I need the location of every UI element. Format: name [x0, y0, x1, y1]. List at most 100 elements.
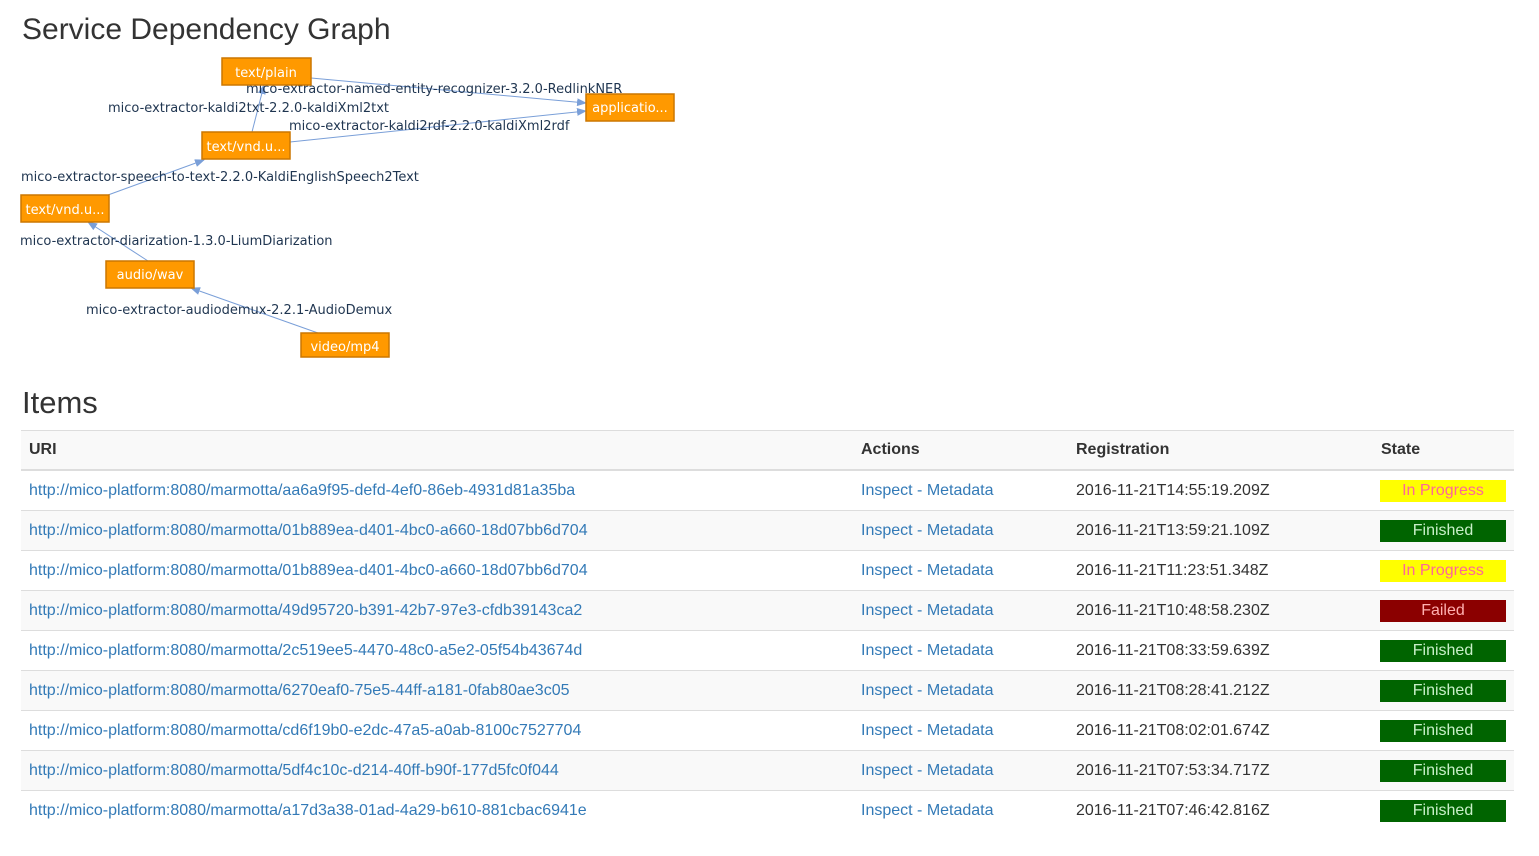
uri-cell: http://mico-platform:8080/marmotta/49d95…: [21, 590, 853, 631]
inspect-link[interactable]: Inspect: [861, 522, 913, 539]
item-uri-link[interactable]: http://mico-platform:8080/marmotta/6270e…: [29, 682, 570, 699]
items-title: Items: [22, 385, 98, 420]
metadata-link[interactable]: Metadata: [927, 642, 994, 659]
uri-cell: http://mico-platform:8080/marmotta/2c519…: [21, 630, 853, 671]
registration-cell: 2016-11-21T08:02:01.674Z: [1068, 710, 1373, 751]
registration-cell: 2016-11-21T11:23:51.348Z: [1068, 550, 1373, 591]
table-row: http://mico-platform:8080/marmotta/cd6f1…: [21, 710, 1514, 751]
table-row: http://mico-platform:8080/marmotta/49d95…: [21, 590, 1514, 631]
status-badge: Finished: [1380, 639, 1506, 662]
uri-cell: http://mico-platform:8080/marmotta/6270e…: [21, 670, 853, 711]
state-cell: Finished: [1373, 750, 1514, 791]
node-text-plain[interactable]: text/plain: [221, 57, 312, 86]
inspect-link[interactable]: Inspect: [861, 722, 913, 739]
state-cell: In Progress: [1373, 550, 1514, 591]
item-uri-link[interactable]: http://mico-platform:8080/marmotta/cd6f1…: [29, 722, 581, 739]
actions-separator: -: [912, 481, 927, 499]
node-application[interactable]: applicatio...: [585, 93, 675, 122]
item-uri-link[interactable]: http://mico-platform:8080/marmotta/01b88…: [29, 562, 588, 579]
metadata-link[interactable]: Metadata: [927, 682, 994, 699]
state-cell: Finished: [1373, 670, 1514, 711]
status-badge: Failed: [1380, 599, 1506, 622]
item-uri-link[interactable]: http://mico-platform:8080/marmotta/49d95…: [29, 602, 582, 619]
actions-separator: -: [912, 801, 927, 819]
actions-separator: -: [912, 561, 927, 579]
registration-cell: 2016-11-21T14:55:19.209Z: [1068, 469, 1373, 511]
state-cell: Failed: [1373, 590, 1514, 631]
inspect-link[interactable]: Inspect: [861, 762, 913, 779]
column-header-actions: Actions: [853, 430, 1068, 471]
status-badge: Finished: [1380, 519, 1506, 542]
metadata-link[interactable]: Metadata: [927, 722, 994, 739]
actions-separator: -: [912, 601, 927, 619]
registration-cell: 2016-11-21T10:48:58.230Z: [1068, 590, 1373, 631]
item-uri-link[interactable]: http://mico-platform:8080/marmotta/2c519…: [29, 642, 582, 659]
actions-separator: -: [912, 761, 927, 779]
items-table-body: http://mico-platform:8080/marmotta/aa6a9…: [21, 469, 1514, 830]
actions-cell: Inspect - Metadata: [853, 790, 1068, 830]
state-cell: Finished: [1373, 710, 1514, 751]
state-cell: Finished: [1373, 630, 1514, 671]
table-header-row: URI Actions Registration State: [21, 430, 1514, 471]
table-row: http://mico-platform:8080/marmotta/5df4c…: [21, 750, 1514, 791]
metadata-link[interactable]: Metadata: [927, 522, 994, 539]
status-badge: In Progress: [1380, 479, 1506, 502]
items-table: URI Actions Registration State http://mi…: [21, 430, 1514, 830]
state-cell: Finished: [1373, 790, 1514, 830]
table-row: http://mico-platform:8080/marmotta/01b88…: [21, 550, 1514, 591]
uri-cell: http://mico-platform:8080/marmotta/01b88…: [21, 510, 853, 551]
item-uri-link[interactable]: http://mico-platform:8080/marmotta/a17d3…: [29, 802, 587, 819]
edge-label-speech2text: mico-extractor-speech-to-text-2.2.0-Kald…: [21, 170, 419, 185]
actions-separator: -: [912, 681, 927, 699]
uri-cell: http://mico-platform:8080/marmotta/5df4c…: [21, 750, 853, 791]
metadata-link[interactable]: Metadata: [927, 602, 994, 619]
inspect-link[interactable]: Inspect: [861, 602, 913, 619]
actions-separator: -: [912, 521, 927, 539]
actions-cell: Inspect - Metadata: [853, 590, 1068, 631]
registration-cell: 2016-11-21T08:28:41.212Z: [1068, 670, 1373, 711]
metadata-link[interactable]: Metadata: [927, 802, 994, 819]
table-row: http://mico-platform:8080/marmotta/a17d3…: [21, 790, 1514, 830]
item-uri-link[interactable]: http://mico-platform:8080/marmotta/aa6a9…: [29, 482, 575, 499]
status-badge: Finished: [1380, 719, 1506, 742]
inspect-link[interactable]: Inspect: [861, 482, 913, 499]
column-header-state: State: [1373, 430, 1514, 471]
node-audio-wav[interactable]: audio/wav: [105, 260, 195, 289]
registration-cell: 2016-11-21T13:59:21.109Z: [1068, 510, 1373, 551]
registration-cell: 2016-11-21T07:46:42.816Z: [1068, 790, 1373, 830]
actions-cell: Inspect - Metadata: [853, 710, 1068, 751]
state-cell: In Progress: [1373, 469, 1514, 511]
item-uri-link[interactable]: http://mico-platform:8080/marmotta/01b88…: [29, 522, 588, 539]
registration-cell: 2016-11-21T07:53:34.717Z: [1068, 750, 1373, 791]
metadata-link[interactable]: Metadata: [927, 482, 994, 499]
inspect-link[interactable]: Inspect: [861, 642, 913, 659]
inspect-link[interactable]: Inspect: [861, 682, 913, 699]
node-label: text/vnd.u...: [207, 140, 286, 155]
edge-label-kaldi2rdf: mico-extractor-kaldi2rdf-2.2.0-kaldiXml2…: [289, 119, 570, 134]
state-cell: Finished: [1373, 510, 1514, 551]
edge-label-kaldi2txt: mico-extractor-kaldi2txt-2.2.0-kaldiXml2…: [108, 101, 389, 116]
actions-cell: Inspect - Metadata: [853, 750, 1068, 791]
node-text-vnd-1[interactable]: text/vnd.u...: [20, 194, 110, 223]
node-text-vnd-2[interactable]: text/vnd.u...: [201, 131, 291, 160]
node-label: applicatio...: [592, 101, 668, 116]
actions-separator: -: [912, 721, 927, 739]
actions-cell: Inspect - Metadata: [853, 630, 1068, 671]
edge-label-audiodemux: mico-extractor-audiodemux-2.2.1-AudioDem…: [86, 303, 392, 318]
inspect-link[interactable]: Inspect: [861, 562, 913, 579]
node-video-mp4[interactable]: video/mp4: [300, 332, 390, 358]
uri-cell: http://mico-platform:8080/marmotta/01b88…: [21, 550, 853, 591]
metadata-link[interactable]: Metadata: [927, 762, 994, 779]
table-row: http://mico-platform:8080/marmotta/6270e…: [21, 670, 1514, 711]
actions-cell: Inspect - Metadata: [853, 510, 1068, 551]
node-label: text/vnd.u...: [26, 203, 105, 218]
inspect-link[interactable]: Inspect: [861, 802, 913, 819]
metadata-link[interactable]: Metadata: [927, 562, 994, 579]
actions-cell: Inspect - Metadata: [853, 670, 1068, 711]
node-label: video/mp4: [310, 340, 379, 355]
table-row: http://mico-platform:8080/marmotta/2c519…: [21, 630, 1514, 671]
status-badge: Finished: [1380, 759, 1506, 782]
actions-separator: -: [912, 641, 927, 659]
registration-cell: 2016-11-21T08:33:59.639Z: [1068, 630, 1373, 671]
item-uri-link[interactable]: http://mico-platform:8080/marmotta/5df4c…: [29, 762, 559, 779]
